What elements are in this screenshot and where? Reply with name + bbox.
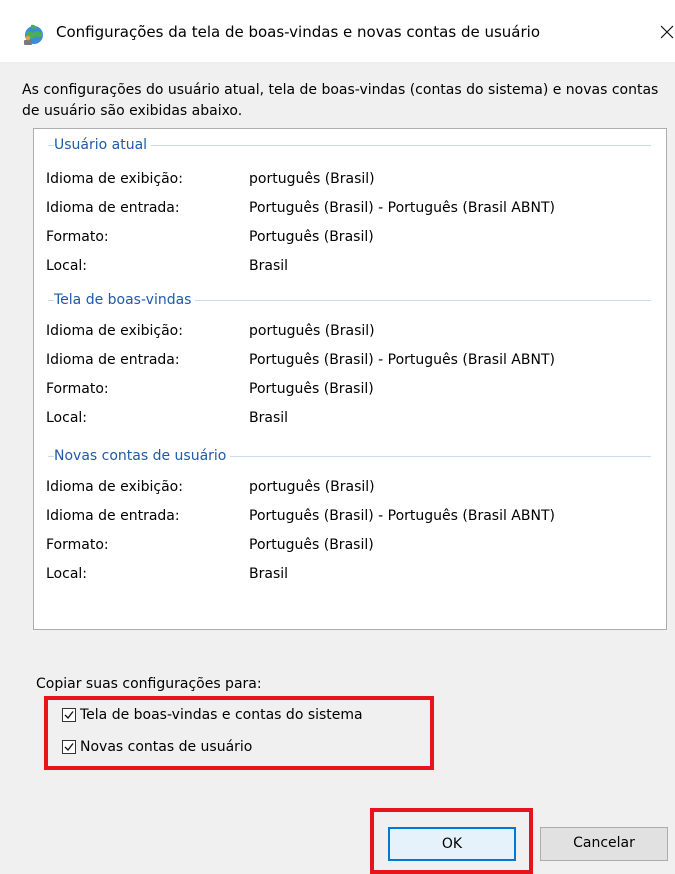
row-format: Formato: Português (Brasil) [34, 227, 666, 247]
row-location: Local: Brasil [34, 256, 666, 276]
checkmark-icon [64, 711, 74, 719]
row-label: Formato: [46, 537, 109, 553]
row-label: Idioma de exibição: [46, 479, 183, 495]
row-location: Local: Brasil [34, 408, 666, 428]
row-value: Português (Brasil) [249, 229, 374, 245]
row-value: português (Brasil) [249, 479, 375, 495]
row-input-language: Idioma de entrada: Português (Brasil) - … [34, 350, 666, 370]
cancel-button[interactable]: Cancelar [540, 827, 668, 861]
checkbox-label[interactable]: Tela de boas-vindas e contas do sistema [80, 706, 363, 724]
row-value: Brasil [249, 566, 289, 582]
row-label: Local: [46, 566, 88, 582]
checkbox-label[interactable]: Novas contas de usuário [80, 738, 252, 756]
row-label: Idioma de exibição: [46, 171, 183, 187]
row-location: Local: Brasil [34, 564, 666, 584]
title-bar: Configurações da tela de boas-vindas e n… [0, 0, 675, 62]
row-value: Português (Brasil) [249, 537, 374, 553]
row-value: Brasil [249, 258, 289, 274]
section-title: Novas contas de usuário [54, 446, 231, 466]
row-display-language: Idioma de exibição: português (Brasil) [34, 169, 666, 189]
row-display-language: Idioma de exibição: português (Brasil) [34, 321, 666, 341]
row-value: Português (Brasil) [249, 381, 374, 397]
row-format: Formato: Português (Brasil) [34, 535, 666, 555]
row-input-language: Idioma de entrada: Português (Brasil) - … [34, 506, 666, 526]
description-text: As configurações do usuário atual, tela … [22, 82, 659, 119]
row-label: Idioma de entrada: [46, 200, 180, 216]
row-label: Local: [46, 410, 88, 426]
globe-icon [22, 22, 46, 46]
close-icon [660, 25, 674, 39]
row-label: Formato: [46, 229, 109, 245]
window-title: Configurações da tela de boas-vindas e n… [56, 23, 540, 41]
row-value: Português (Brasil) - Português (Brasil A… [249, 508, 555, 524]
row-value: Brasil [249, 410, 289, 426]
checkmark-icon [64, 743, 74, 751]
row-value: Português (Brasil) - Português (Brasil A… [249, 352, 555, 368]
row-display-language: Idioma de exibição: português (Brasil) [34, 477, 666, 497]
section-title: Usuário atual [54, 135, 152, 155]
row-value: português (Brasil) [249, 171, 375, 187]
section-header: Usuário atual [34, 135, 666, 155]
row-input-language: Idioma de entrada: Português (Brasil) - … [34, 198, 666, 218]
copy-settings-label: Copiar suas configurações para: [36, 676, 262, 692]
row-label: Idioma de entrada: [46, 352, 180, 368]
checkbox[interactable] [62, 708, 76, 722]
section-title: Tela de boas-vindas [54, 290, 196, 310]
settings-panel: Usuário atual Idioma de exibição: portug… [33, 128, 667, 630]
row-label: Idioma de entrada: [46, 508, 180, 524]
row-value: português (Brasil) [249, 323, 375, 339]
row-value: Português (Brasil) - Português (Brasil A… [249, 200, 555, 216]
section-header: Novas contas de usuário [34, 446, 666, 466]
row-label: Local: [46, 258, 88, 274]
row-label: Formato: [46, 381, 109, 397]
section-header: Tela de boas-vindas [34, 290, 666, 310]
row-label: Idioma de exibição: [46, 323, 183, 339]
close-button[interactable] [654, 18, 675, 46]
ok-button[interactable]: OK [388, 827, 516, 861]
row-format: Formato: Português (Brasil) [34, 379, 666, 399]
checkbox[interactable] [62, 740, 76, 754]
